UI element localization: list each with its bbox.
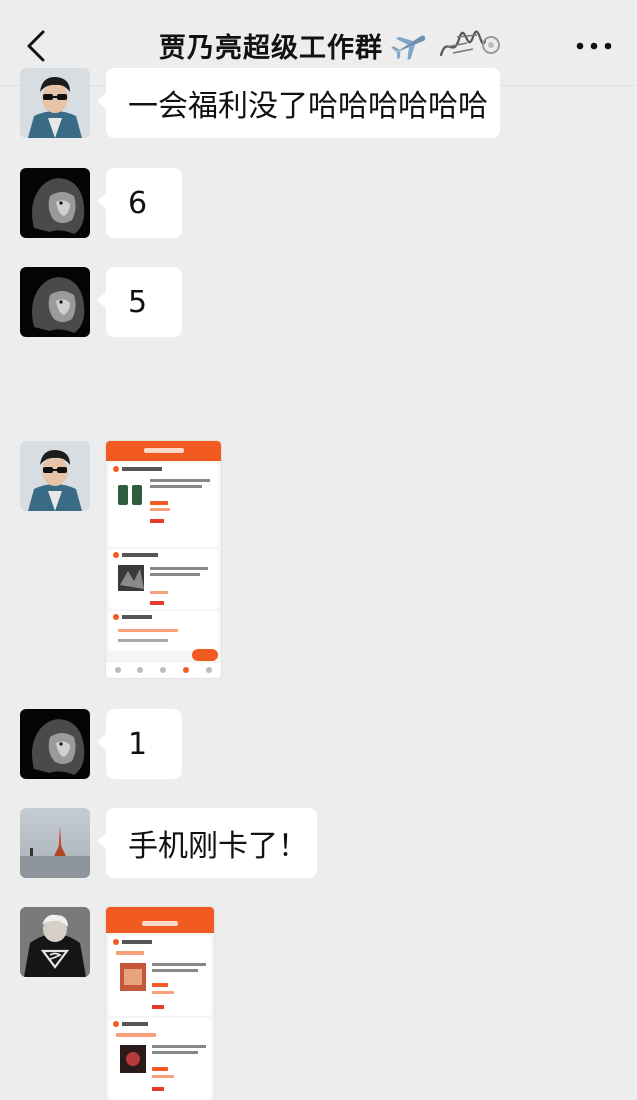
lion-avatar-image — [20, 267, 90, 337]
lion-avatar[interactable] — [20, 267, 90, 337]
tower-landscape-avatar-image — [20, 808, 90, 878]
shopping-app-screenshot[interactable] — [106, 441, 221, 678]
message-text: 一会福利没了哈哈哈哈哈哈 — [128, 89, 488, 124]
message-bubble[interactable]: 手机刚卡了！ — [97, 808, 317, 878]
shopping-app-screenshot-image — [106, 907, 214, 1100]
superman-hoodie-avatar[interactable] — [20, 907, 90, 977]
airplane-icon — [391, 35, 426, 61]
message-text: 6 — [128, 185, 148, 221]
lion-avatar[interactable] — [20, 168, 90, 238]
shopping-app-screenshot-image — [106, 441, 221, 678]
lion-avatar-image — [20, 709, 90, 779]
tower-landscape-avatar[interactable] — [20, 808, 90, 878]
message-bubble[interactable]: 一会福利没了哈哈哈哈哈哈 — [97, 68, 500, 138]
message-bubble[interactable]: 1 — [97, 709, 182, 779]
message-bubble[interactable]: 6 — [97, 168, 182, 238]
message-text: 1 — [128, 726, 148, 762]
chevron-left-icon[interactable] — [22, 28, 52, 64]
scribble-sticker-icon — [439, 30, 500, 57]
message-text: 5 — [128, 284, 148, 320]
message-text: 手机刚卡了！ — [128, 829, 308, 864]
message-bubble[interactable]: 5 — [97, 267, 182, 337]
man-sunglasses-avatar[interactable] — [20, 441, 90, 511]
lion-avatar[interactable] — [20, 709, 90, 779]
more-dots-icon[interactable] — [574, 36, 614, 56]
man-sunglasses-avatar-image — [20, 68, 90, 138]
chat-title-area: 贾乃亮超级工作群 — [120, 20, 540, 70]
lion-avatar-image — [20, 168, 90, 238]
man-sunglasses-avatar[interactable] — [20, 68, 90, 138]
shopping-app-screenshot[interactable] — [106, 907, 214, 1100]
chat-title: 贾乃亮超级工作群 — [159, 32, 383, 64]
superman-hoodie-avatar-image — [20, 907, 90, 977]
man-sunglasses-avatar-image — [20, 441, 90, 511]
